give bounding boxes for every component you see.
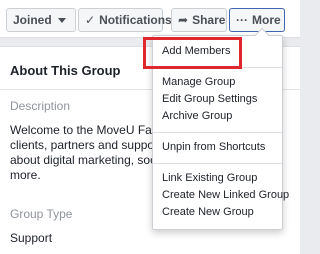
menu-separator [153,163,282,164]
joined-button[interactable]: Joined [6,8,76,32]
group-action-bar: Joined ✓ Notifications ➦ Share ··· More [0,0,300,38]
menu-item-create-new-group[interactable]: Create New Group [162,206,254,218]
share-button[interactable]: ➦ Share [171,8,227,32]
description-label: Description [10,99,71,113]
joined-label: Joined [13,13,52,27]
menu-separator [153,132,282,133]
menu-item-edit-group-settings[interactable]: Edit Group Settings [162,93,257,105]
about-title: About This Group [10,63,121,78]
chevron-down-icon [57,17,66,23]
ellipsis-icon: ··· [236,13,248,27]
menu-item-archive-group[interactable]: Archive Group [162,110,232,122]
add-members-highlight-box [143,37,242,69]
group-type-label: Group Type [10,207,73,221]
notifications-button[interactable]: ✓ Notifications [78,8,172,32]
group-type-value: Support [10,231,53,245]
check-icon: ✓ [85,13,96,27]
menu-item-create-new-linked-group[interactable]: Create New Linked Group [162,189,289,201]
share-arrow-icon: ➦ [178,13,189,27]
menu-item-manage-group[interactable]: Manage Group [162,76,235,88]
menu-item-unpin-from-shortcuts[interactable]: Unpin from Shortcuts [162,141,265,153]
more-label: More [252,13,281,27]
notifications-label: Notifications [99,13,172,27]
menu-item-link-existing-group[interactable]: Link Existing Group [162,172,257,184]
more-button[interactable]: ··· More [229,8,285,32]
share-label: Share [192,13,226,27]
